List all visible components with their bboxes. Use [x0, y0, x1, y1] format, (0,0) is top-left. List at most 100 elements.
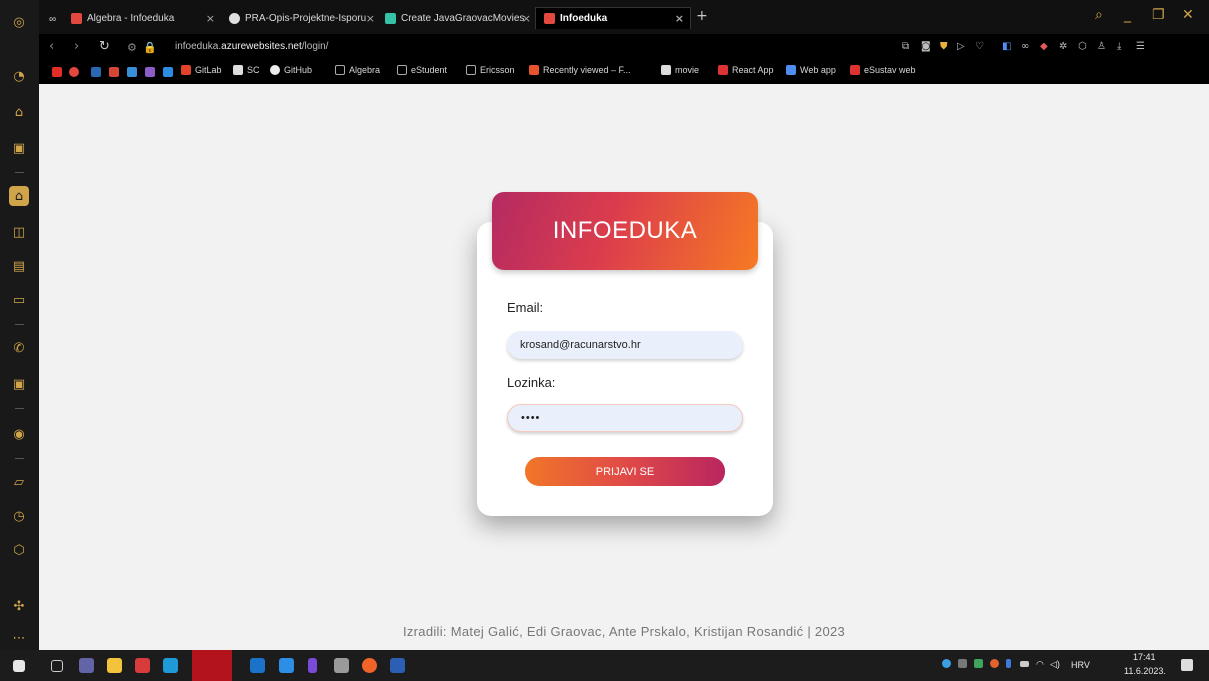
- send-icon[interactable]: ▷: [957, 41, 965, 52]
- clion-icon[interactable]: [163, 658, 178, 673]
- close-tab-icon[interactable]: ×: [206, 12, 215, 25]
- forward-icon[interactable]: ›: [74, 39, 79, 54]
- download-icon[interactable]: ⤓: [1117, 41, 1121, 52]
- opera-logo-icon[interactable]: ◎: [9, 12, 29, 32]
- outlook-icon[interactable]: [250, 658, 265, 673]
- bookmark-movie[interactable]: movie: [661, 65, 699, 75]
- lock-icon[interactable]: 🔒: [143, 41, 157, 54]
- teams-icon[interactable]: [79, 658, 94, 673]
- wifi-icon[interactable]: ◠: [1036, 659, 1044, 670]
- home-icon[interactable]: ⌂: [9, 186, 29, 206]
- bookmark-recently-viewed[interactable]: Recently viewed – F...: [529, 65, 631, 75]
- snapshot-icon[interactable]: ⧉: [902, 41, 909, 52]
- outlook-bm-icon[interactable]: [127, 67, 137, 77]
- restore-icon[interactable]: ❐: [1152, 7, 1165, 23]
- postman-icon[interactable]: [362, 658, 377, 673]
- bookmark-gitlab[interactable]: GitLab: [181, 65, 222, 75]
- tab-pra-opis[interactable]: PRA-Opis-Projektne-Isporu ×: [221, 7, 381, 29]
- opera-taskbar-icon[interactable]: [192, 650, 232, 681]
- database-icon[interactable]: [334, 658, 349, 673]
- url-field[interactable]: infoeduka.azurewebsites.net/login/: [175, 41, 328, 52]
- visual-studio-icon[interactable]: [308, 658, 317, 673]
- new-tab-button[interactable]: +: [696, 8, 708, 24]
- linkedin-icon[interactable]: [91, 67, 101, 77]
- close-tab-icon[interactable]: ×: [675, 12, 684, 25]
- translate-ext-icon[interactable]: ◧: [1002, 41, 1011, 52]
- glasses-ext-icon[interactable]: ∞: [1021, 41, 1029, 52]
- login-button[interactable]: PRIJAVI SE: [525, 457, 725, 486]
- heart-icon[interactable]: ♡: [975, 41, 984, 52]
- tray-app-icon[interactable]: [974, 659, 983, 668]
- shield-icon[interactable]: ⛊: [940, 41, 948, 52]
- language-indicator[interactable]: HRV: [1071, 660, 1090, 670]
- site-settings-icon[interactable]: ⚙: [127, 41, 137, 54]
- book-icon[interactable]: ◫: [9, 222, 29, 242]
- email-field[interactable]: [507, 331, 743, 359]
- profile-icon[interactable]: ♙: [1097, 41, 1106, 52]
- menu-icon[interactable]: ☰: [1136, 41, 1145, 52]
- tab-title: Create JavaGraovacMovies: [401, 12, 525, 24]
- cube-ext-icon[interactable]: ⬡: [1078, 41, 1087, 52]
- player-icon[interactable]: ◉: [9, 424, 29, 444]
- vscode-icon[interactable]: [279, 658, 294, 673]
- box-icon[interactable]: ⬡: [9, 540, 29, 560]
- password-field[interactable]: [507, 404, 743, 432]
- cube-icon[interactable]: ▣: [9, 138, 29, 158]
- bookmark-react-app[interactable]: React App: [718, 65, 774, 75]
- tray-app-icon[interactable]: [942, 659, 951, 668]
- clock-time[interactable]: 17:41: [1133, 652, 1156, 662]
- tab-create-movies[interactable]: Create JavaGraovacMovies ×: [377, 7, 537, 29]
- briefcase-icon[interactable]: ▭: [9, 290, 29, 310]
- word-icon[interactable]: [390, 658, 405, 673]
- messenger-icon[interactable]: ▣: [9, 374, 29, 394]
- app-favicon-icon: [385, 12, 396, 24]
- youtube-icon[interactable]: [52, 67, 62, 77]
- close-tab-icon[interactable]: ×: [366, 12, 375, 25]
- tray-app-icon[interactable]: [958, 659, 967, 668]
- bookmark-estudent[interactable]: eStudent: [397, 65, 447, 75]
- bookmark-ericsson[interactable]: Ericsson: [466, 65, 515, 75]
- bookmark-algebra[interactable]: Algebra: [335, 65, 380, 75]
- minimize-icon[interactable]: _: [1124, 7, 1131, 23]
- close-tab-icon[interactable]: ×: [522, 12, 531, 25]
- gmail-icon[interactable]: [109, 67, 119, 77]
- tray-app-icon[interactable]: [990, 659, 999, 668]
- trello-icon[interactable]: [163, 67, 173, 77]
- speed-icon[interactable]: ◔: [9, 66, 29, 86]
- app-red-icon[interactable]: [135, 658, 150, 673]
- color-ext-icon[interactable]: ◆: [1040, 41, 1048, 52]
- volume-icon[interactable]: ◁): [1050, 659, 1060, 670]
- tab-algebra[interactable]: Algebra - Infoeduka ×: [63, 7, 221, 29]
- clock-date[interactable]: 11.6.2023.: [1124, 666, 1166, 676]
- camera-icon[interactable]: ◙: [921, 41, 931, 52]
- bookmark-web-app[interactable]: Web app: [786, 65, 836, 75]
- bookmark-esustav[interactable]: eSustav web: [850, 65, 916, 75]
- tray-app-icon[interactable]: [1006, 659, 1011, 668]
- history-icon[interactable]: ◷: [9, 506, 29, 526]
- window-icon[interactable]: ▱: [9, 472, 29, 492]
- bag-icon[interactable]: ⌂: [9, 102, 29, 122]
- task-view-icon[interactable]: [51, 660, 63, 672]
- algebra-bm-icon[interactable]: [69, 67, 79, 77]
- search-tabs-icon[interactable]: ⌕: [1095, 7, 1103, 23]
- windows-start-icon[interactable]: [13, 660, 25, 672]
- notifications-icon[interactable]: [1181, 659, 1193, 671]
- file-explorer-icon[interactable]: [107, 658, 122, 673]
- back-icon[interactable]: ‹: [49, 39, 54, 54]
- slack-bm-icon[interactable]: [145, 67, 155, 77]
- bookmark-label: eSustav web: [864, 65, 916, 75]
- reload-icon[interactable]: ↻: [99, 39, 110, 54]
- bookmark-github[interactable]: GitHub: [270, 65, 312, 75]
- bookmark-label: GitLab: [195, 65, 222, 75]
- login-header: INFOEDUKA: [492, 192, 758, 270]
- close-window-icon[interactable]: ✕: [1182, 7, 1194, 23]
- settings-ext-icon[interactable]: ✲: [1059, 41, 1067, 52]
- more-icon[interactable]: ⋯: [9, 628, 29, 648]
- tab-infoeduka[interactable]: Infoeduka ×: [535, 7, 691, 29]
- bookmark-sc[interactable]: SC: [233, 65, 260, 75]
- workspaces-icon[interactable]: ∞: [41, 8, 64, 30]
- extensions-icon[interactable]: ✣: [9, 596, 29, 616]
- battery-icon[interactable]: [1020, 661, 1029, 667]
- whatsapp-icon[interactable]: ✆: [9, 338, 29, 358]
- document-icon[interactable]: ▤: [9, 256, 29, 276]
